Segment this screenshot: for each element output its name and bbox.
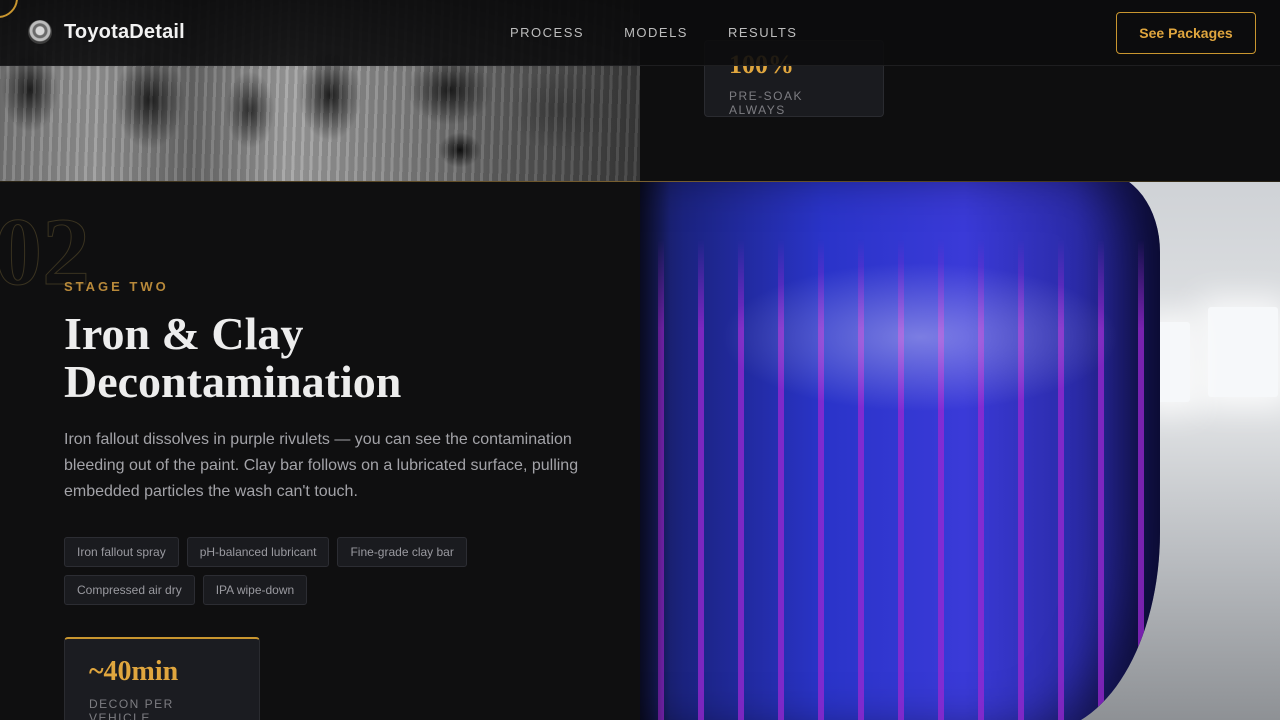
brand-name: ToyotaDetail — [64, 20, 185, 43]
see-packages-button[interactable]: See Packages — [1116, 12, 1256, 54]
nav-link-models[interactable]: MODELS — [624, 25, 688, 40]
brand[interactable]: ToyotaDetail — [28, 20, 185, 44]
brand-logo-icon — [28, 20, 52, 44]
iron-decon-car-image — [640, 182, 1280, 720]
tag-ph-balanced-lubricant: pH-balanced lubricant — [186, 537, 330, 567]
tag-compressed-air-dry: Compressed air dry — [64, 575, 195, 605]
stage-tags: Iron fallout spray pH-balanced lubricant… — [64, 537, 484, 605]
tag-fine-grade-clay-bar: Fine-grade clay bar — [337, 537, 467, 567]
stage-two-content: 02 STAGE TWO Iron & Clay Decontamination… — [0, 182, 640, 720]
car-panel-with-purple-rivulets — [640, 182, 1160, 720]
decon-stat-label: DECON PER VEHICLE — [89, 697, 174, 720]
decon-stat-card: ~40min DECON PER VEHICLE — [64, 637, 260, 720]
garage-light — [1208, 307, 1278, 397]
site-header: ToyotaDetail PROCESS MODELS RESULTS See … — [0, 0, 1280, 66]
stage-description: Iron fallout dissolves in purple rivulet… — [64, 431, 579, 500]
nav-link-results[interactable]: RESULTS — [728, 25, 798, 40]
stage-title-line-2: Decontamination — [64, 356, 402, 407]
decon-stat-value: ~40min — [89, 656, 179, 687]
tag-ipa-wipe-down: IPA wipe-down — [202, 575, 308, 605]
main-nav: PROCESS MODELS RESULTS — [510, 25, 797, 40]
image-edge-shadow — [640, 182, 670, 720]
stage-title-line-1: Iron & Clay — [64, 308, 304, 359]
corner-ring-decoration — [0, 0, 18, 18]
stage-two-section: 02 STAGE TWO Iron & Clay Decontamination… — [0, 182, 1280, 720]
stage-title: Iron & Clay Decontamination — [64, 310, 624, 406]
pre-soak-stat-label: PRE-SOAK ALWAYS — [729, 89, 804, 117]
tag-iron-fallout-spray: Iron fallout spray — [64, 537, 179, 567]
stage-eyebrow: STAGE TWO — [64, 279, 169, 294]
nav-link-process[interactable]: PROCESS — [510, 25, 584, 40]
